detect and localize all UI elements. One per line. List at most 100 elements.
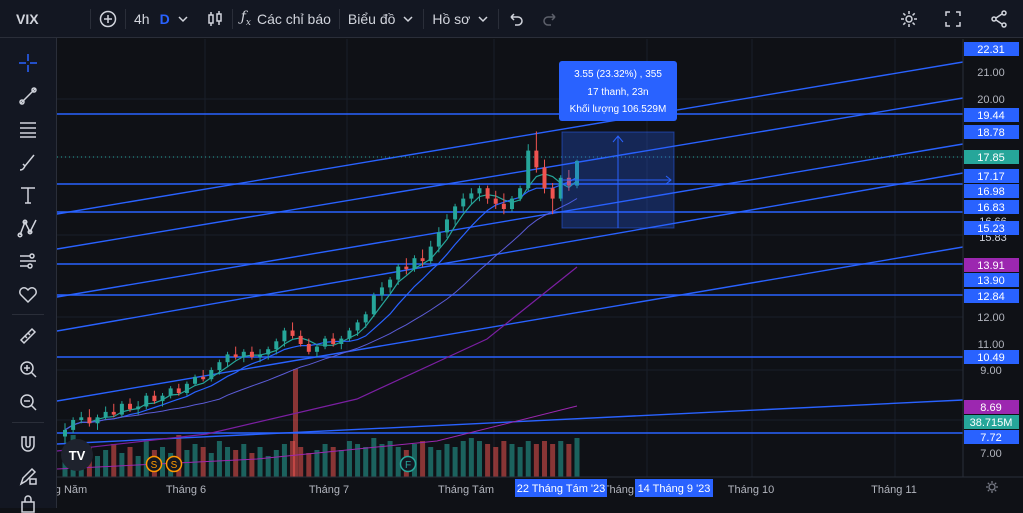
symbol-search[interactable]: VIX bbox=[0, 0, 90, 38]
earnings-badge-label: F bbox=[405, 460, 411, 471]
fullscreen-button[interactable] bbox=[931, 0, 975, 38]
candle-body bbox=[485, 188, 490, 199]
candle-body bbox=[306, 344, 311, 352]
candle-body bbox=[493, 198, 498, 204]
price-axis[interactable]: 18.0016.6615.8322.3121.0020.0019.4418.78… bbox=[962, 39, 1023, 508]
candle-body bbox=[274, 341, 279, 350]
volume-bar bbox=[127, 447, 133, 477]
candle-body bbox=[152, 395, 157, 402]
pattern-tool[interactable] bbox=[0, 211, 56, 244]
split-badge[interactable]: S bbox=[165, 455, 183, 473]
measure-tool[interactable] bbox=[0, 319, 56, 352]
volume-bar bbox=[420, 441, 426, 477]
volume-bar bbox=[452, 447, 458, 477]
candle-body bbox=[314, 346, 319, 352]
forecast-tool[interactable] bbox=[0, 244, 56, 277]
candle-type-button[interactable] bbox=[198, 0, 232, 38]
price-label-text: 8.69 bbox=[980, 402, 1001, 414]
price-label-text: 16.83 bbox=[977, 202, 1005, 214]
measure-tooltip-line2: 17 thanh, 23n bbox=[587, 87, 648, 98]
zoom-in-icon bbox=[20, 360, 37, 378]
volume-bar bbox=[184, 450, 190, 477]
chart-type-menu[interactable]: Biểu đồ bbox=[340, 0, 423, 38]
candle-body bbox=[347, 330, 352, 339]
pattern-icon bbox=[17, 218, 37, 238]
toolbar-divider bbox=[12, 314, 44, 315]
share-button[interactable] bbox=[975, 0, 1023, 38]
brush-tool[interactable] bbox=[0, 145, 56, 178]
candle-body bbox=[249, 351, 254, 357]
volume-bar bbox=[541, 441, 547, 477]
chart-type-label: Biểu đồ bbox=[347, 10, 396, 27]
volume-bar bbox=[208, 453, 214, 477]
volume-bar bbox=[468, 438, 474, 477]
candle-body bbox=[168, 388, 173, 396]
tradingview-logo[interactable]: TV bbox=[61, 439, 93, 471]
candle-body bbox=[95, 417, 100, 424]
volume-bar bbox=[265, 456, 271, 477]
candle-body bbox=[282, 330, 287, 342]
price-chart[interactable]: 3.55 (23.32%) , 355 17 thanh, 23n Khối l… bbox=[55, 39, 1023, 508]
redo-icon bbox=[543, 12, 556, 26]
toolbar-divider bbox=[12, 422, 44, 423]
measure-tooltip-line1: 3.55 (23.32%) , 355 bbox=[574, 69, 662, 80]
candle-body bbox=[396, 266, 401, 280]
earnings-badge[interactable]: F bbox=[399, 455, 417, 473]
magnet-tool[interactable] bbox=[0, 427, 56, 460]
volume-bar bbox=[314, 450, 320, 477]
interval-selector[interactable]: 4h D bbox=[126, 0, 198, 38]
share-icon bbox=[991, 10, 1007, 28]
price-label-text: 15.23 bbox=[977, 223, 1005, 235]
volume-bar bbox=[306, 453, 312, 477]
volume-bar bbox=[371, 438, 377, 477]
candle-body bbox=[331, 338, 336, 344]
volume-bar bbox=[273, 450, 279, 477]
stay-in-drawing-tool[interactable] bbox=[0, 460, 56, 493]
price-tick-label: 20.00 bbox=[977, 94, 1005, 106]
time-range-end-label: 14 Tháng 9 '23 bbox=[638, 483, 711, 495]
candle-body bbox=[225, 354, 230, 363]
candle-body bbox=[217, 362, 222, 370]
ruler-icon bbox=[19, 327, 37, 344]
trendline-tool[interactable] bbox=[0, 79, 56, 112]
candle-body bbox=[420, 258, 425, 262]
price-tick-label: 11.00 bbox=[978, 339, 1005, 351]
split-badge[interactable]: S bbox=[145, 455, 163, 473]
time-tick-label: Tháng 7 bbox=[309, 484, 349, 496]
lock-tool[interactable] bbox=[0, 493, 56, 513]
candle-body bbox=[453, 206, 458, 220]
candle-body bbox=[233, 354, 238, 357]
text-tool[interactable] bbox=[0, 178, 56, 211]
volume-bar bbox=[281, 444, 287, 477]
split-badge-label: S bbox=[151, 460, 158, 471]
zoom-in-tool[interactable] bbox=[0, 352, 56, 385]
settings-button[interactable] bbox=[887, 0, 931, 38]
candle-body bbox=[371, 295, 376, 315]
favorites-tool[interactable] bbox=[0, 277, 56, 310]
chart-pane[interactable]: 3.55 (23.32%) , 355 17 thanh, 23n Khối l… bbox=[55, 39, 1023, 508]
undo-button[interactable] bbox=[499, 0, 533, 38]
candle-body bbox=[193, 376, 198, 384]
volume-bar bbox=[460, 441, 466, 477]
price-label-text: 13.91 bbox=[977, 260, 1005, 272]
candle-body bbox=[209, 370, 214, 380]
profile-menu[interactable]: Hồ sơ bbox=[424, 0, 498, 38]
candle-body bbox=[509, 198, 514, 209]
interval-label: 4h bbox=[134, 10, 150, 27]
candle-body bbox=[119, 403, 124, 415]
volume-bar bbox=[111, 444, 117, 477]
indicators-button[interactable]: ƒx Các chỉ báo bbox=[233, 0, 339, 38]
fib-tool[interactable] bbox=[0, 112, 56, 145]
time-axis[interactable]: g Năm Tháng 6 Tháng 7 Tháng Tám Tháng 9 Tháng… bbox=[55, 476, 1023, 508]
volume-bar bbox=[395, 447, 401, 477]
candle-body bbox=[379, 287, 384, 296]
candle-body bbox=[461, 198, 466, 207]
time-tick-label: g Năm bbox=[57, 484, 87, 496]
crosshair-tool[interactable] bbox=[0, 46, 56, 79]
candle-body bbox=[501, 203, 506, 209]
compare-button[interactable] bbox=[91, 0, 125, 38]
zoom-out-tool[interactable] bbox=[0, 385, 56, 418]
redo-button[interactable] bbox=[533, 0, 567, 38]
price-range-measure[interactable]: 3.55 (23.32%) , 355 17 thanh, 23n Khối l… bbox=[559, 61, 677, 229]
candle-body bbox=[160, 395, 165, 402]
